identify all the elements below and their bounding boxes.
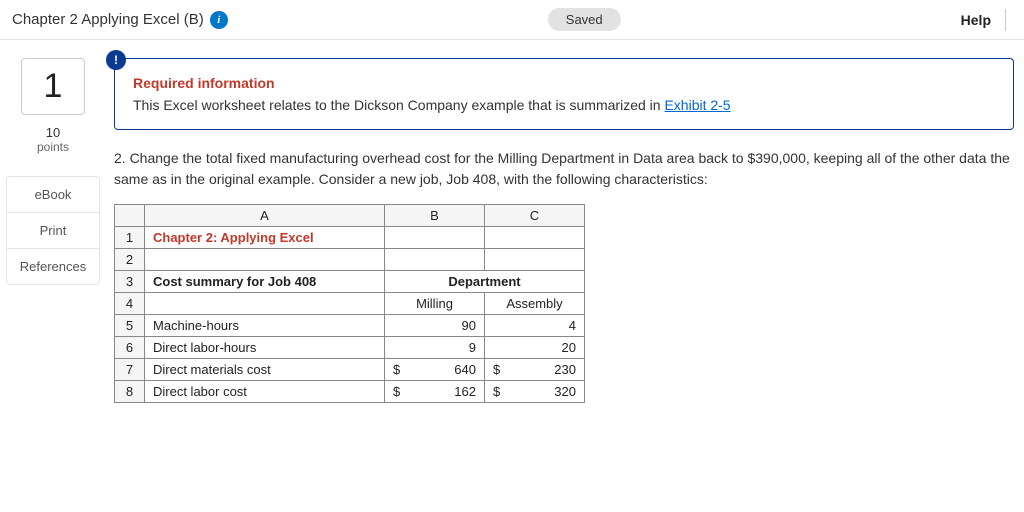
content-area: ! Required information This Excel worksh… — [100, 58, 1024, 403]
table-header-row: A B C — [115, 205, 585, 227]
row-number: 5 — [115, 315, 145, 337]
row-number: 7 — [115, 359, 145, 381]
sidebar-link-references[interactable]: References — [7, 249, 99, 284]
cell-b1 — [385, 227, 485, 249]
row-number: 2 — [115, 249, 145, 271]
cell-c4: Assembly — [485, 293, 585, 315]
alert-text: This Excel worksheet relates to the Dick… — [133, 97, 995, 113]
cell-a2 — [145, 249, 385, 271]
currency-value: 230 — [554, 362, 576, 377]
currency-value: 640 — [454, 362, 476, 377]
help-link[interactable]: Help — [961, 12, 991, 28]
cell-c2 — [485, 249, 585, 271]
currency-value: 162 — [454, 384, 476, 399]
cell-a6: Direct labor-hours — [145, 337, 385, 359]
row-number: 6 — [115, 337, 145, 359]
currency-value: 320 — [554, 384, 576, 399]
cell-b8: $162 — [385, 381, 485, 403]
alert-text-prefix: This Excel worksheet relates to the Dick… — [133, 97, 664, 113]
cell-bc3: Department — [385, 271, 585, 293]
sidebar-links: eBook Print References — [6, 176, 100, 285]
cell-a7: Direct materials cost — [145, 359, 385, 381]
currency-symbol: $ — [393, 362, 400, 377]
col-header-blank — [115, 205, 145, 227]
cell-c7: $230 — [485, 359, 585, 381]
cell-a3: Cost summary for Job 408 — [145, 271, 385, 293]
info-icon[interactable]: i — [210, 11, 228, 29]
question-text: 2. Change the total fixed manufacturing … — [114, 148, 1014, 190]
row-number: 4 — [115, 293, 145, 315]
points-label: points — [37, 140, 69, 154]
alert-title: Required information — [133, 75, 995, 91]
header-divider — [1005, 9, 1006, 31]
row-number: 1 — [115, 227, 145, 249]
sidebar-link-ebook[interactable]: eBook — [7, 177, 99, 213]
cell-a8: Direct labor cost — [145, 381, 385, 403]
points-value: 10 — [46, 125, 60, 140]
cell-c8: $320 — [485, 381, 585, 403]
table-row: 8 Direct labor cost $162 $320 — [115, 381, 585, 403]
table-row: 2 — [115, 249, 585, 271]
required-info-box: ! Required information This Excel worksh… — [114, 58, 1014, 130]
currency-symbol: $ — [393, 384, 400, 399]
col-header-a: A — [145, 205, 385, 227]
question-number-box: 1 — [21, 58, 86, 115]
cell-a1: Chapter 2: Applying Excel — [145, 227, 385, 249]
col-header-c: C — [485, 205, 585, 227]
page-title: Chapter 2 Applying Excel (B) — [12, 11, 204, 28]
cell-a5: Machine-hours — [145, 315, 385, 337]
table-row: 6 Direct labor-hours 9 20 — [115, 337, 585, 359]
sidebar-link-print[interactable]: Print — [7, 213, 99, 249]
app-header: Chapter 2 Applying Excel (B) i Saved Hel… — [0, 0, 1024, 40]
excel-table: A B C 1 Chapter 2: Applying Excel 2 3 Co… — [114, 204, 585, 403]
cell-c1 — [485, 227, 585, 249]
row-number: 3 — [115, 271, 145, 293]
cell-b2 — [385, 249, 485, 271]
exhibit-link[interactable]: Exhibit 2-5 — [664, 97, 730, 113]
cell-c5: 4 — [485, 315, 585, 337]
table-row: 1 Chapter 2: Applying Excel — [115, 227, 585, 249]
table-row: 3 Cost summary for Job 408 Department — [115, 271, 585, 293]
left-sidebar: 1 10 points eBook Print References — [6, 58, 100, 403]
row-number: 8 — [115, 381, 145, 403]
cell-b5: 90 — [385, 315, 485, 337]
alert-icon: ! — [106, 50, 126, 70]
currency-symbol: $ — [493, 384, 500, 399]
cell-b7: $640 — [385, 359, 485, 381]
table-row: 4 Milling Assembly — [115, 293, 585, 315]
cell-c6: 20 — [485, 337, 585, 359]
cell-b4: Milling — [385, 293, 485, 315]
col-header-b: B — [385, 205, 485, 227]
currency-symbol: $ — [493, 362, 500, 377]
cell-b6: 9 — [385, 337, 485, 359]
table-row: 5 Machine-hours 90 4 — [115, 315, 585, 337]
cell-a4 — [145, 293, 385, 315]
table-row: 7 Direct materials cost $640 $230 — [115, 359, 585, 381]
saved-status-badge: Saved — [548, 8, 621, 31]
